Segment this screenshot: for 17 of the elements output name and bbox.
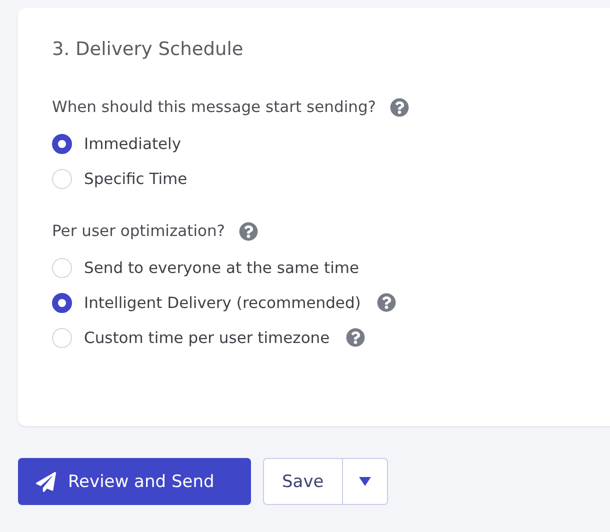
help-icon[interactable] — [390, 98, 410, 116]
option-label: Immediately — [84, 134, 182, 152]
help-icon[interactable] — [346, 328, 365, 347]
review-and-send-button[interactable]: Review and Send — [18, 458, 251, 505]
option-label: Specific Time — [84, 170, 188, 188]
radio-button[interactable] — [52, 134, 72, 154]
radio-button[interactable] — [52, 292, 72, 312]
option-label: Send to everyone at the same time — [84, 258, 360, 276]
option-label: Intelligent Delivery (recommended) — [84, 294, 361, 312]
question-label: Per user optimization? — [52, 222, 226, 240]
help-icon[interactable] — [239, 222, 258, 240]
option-label: Custom time per user timezone — [84, 328, 330, 346]
section-title: 3. Delivery Schedule — [52, 38, 244, 62]
caret-icon — [358, 477, 371, 486]
help-icon[interactable] — [376, 293, 396, 312]
question-label: When should this message start sending? — [52, 98, 376, 116]
paper-plane-icon — [36, 472, 56, 492]
